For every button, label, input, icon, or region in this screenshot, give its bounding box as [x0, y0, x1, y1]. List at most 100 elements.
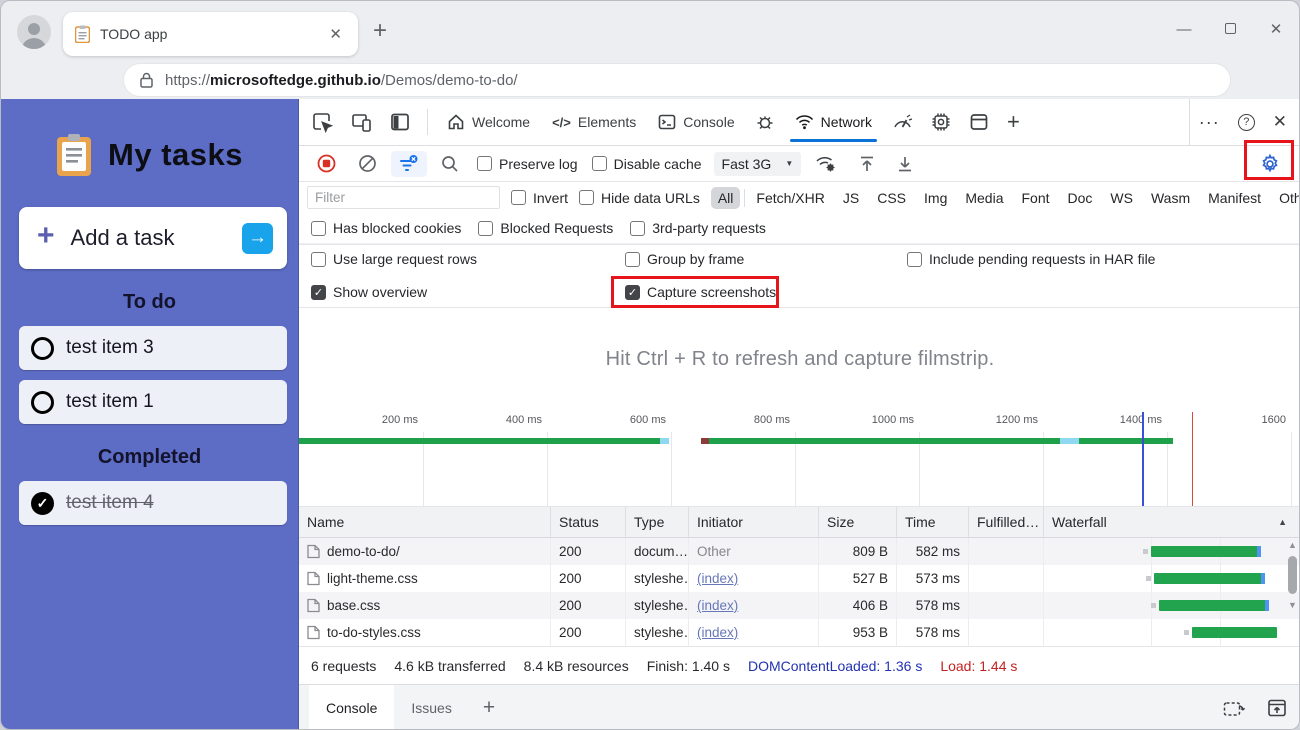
url-bar[interactable]: https://microsoftedge.github.io/Demos/de…	[123, 63, 1231, 97]
column-header-initiator[interactable]: Initiator	[689, 507, 819, 537]
filter-type-fetch-xhr[interactable]: Fetch/XHR	[749, 187, 831, 209]
drawer-add-tab-button[interactable]: +	[483, 696, 495, 720]
tab-close-icon[interactable]: ✕	[325, 25, 346, 43]
checkbox-icon[interactable]: ✓	[625, 285, 640, 300]
filter-type-doc[interactable]: Doc	[1061, 187, 1100, 209]
has-blocked-cookies-checkbox[interactable]: Has blocked cookies	[311, 220, 461, 236]
include-pending-requests-in-har-file-checkbox[interactable]: Include pending requests in HAR file	[907, 251, 1155, 267]
column-header-fulfilled[interactable]: Fulfilled…	[969, 507, 1044, 537]
dock-side-icon[interactable]	[381, 99, 419, 145]
import-har-icon[interactable]	[851, 155, 883, 173]
checkbox-icon[interactable]	[625, 252, 640, 267]
tab-network[interactable]: Network	[784, 99, 883, 145]
drawer-expand-icon[interactable]	[1267, 698, 1287, 718]
request-row[interactable]: demo-to-do/200docum…Other809 B582 ms	[299, 538, 1300, 565]
filter-type-other[interactable]: Other	[1272, 187, 1300, 209]
disable-cache-checkbox[interactable]: Disable cache	[592, 156, 702, 172]
export-har-icon[interactable]	[889, 155, 921, 173]
maximize-button[interactable]	[1207, 21, 1253, 38]
column-header-type[interactable]: Type	[626, 507, 689, 537]
scroll-up-icon[interactable]: ▲	[1288, 540, 1297, 550]
request-initiator-cell[interactable]: (index)	[689, 619, 819, 646]
column-header-name[interactable]: Name	[299, 507, 551, 537]
drawer-tab-console[interactable]: Console	[309, 685, 394, 730]
filter-type-manifest[interactable]: Manifest	[1201, 187, 1268, 209]
more-tabs-button[interactable]: +	[998, 99, 1029, 145]
memory-chip-icon[interactable]	[922, 99, 960, 145]
capture-screenshots-checkbox[interactable]: ✓Capture screenshots	[625, 284, 776, 300]
task-item[interactable]: ✓test item 4	[19, 481, 287, 525]
filter-type-css[interactable]: CSS	[870, 187, 913, 209]
request-row[interactable]: light-theme.css200styleshe…(index)527 B5…	[299, 565, 1300, 592]
inspect-element-icon[interactable]	[303, 99, 342, 145]
window-close-button[interactable]: ✕	[1253, 20, 1299, 38]
network-conditions-icon[interactable]	[807, 155, 845, 173]
request-row[interactable]: to-do-styles.css200styleshe…(index)953 B…	[299, 619, 1300, 646]
request-name-cell[interactable]: light-theme.css	[299, 565, 551, 592]
column-header-size[interactable]: Size	[819, 507, 897, 537]
search-icon[interactable]	[433, 155, 467, 173]
network-overview-timeline[interactable]: 200 ms400 ms600 ms800 ms1000 ms1200 ms14…	[299, 410, 1300, 507]
add-task-submit-button[interactable]: →	[242, 223, 273, 254]
filter-type-js[interactable]: JS	[836, 187, 866, 209]
checkbox-icon[interactable]	[907, 252, 922, 267]
group-by-frame-checkbox[interactable]: Group by frame	[625, 251, 744, 267]
column-header-waterfall[interactable]: Waterfall▲	[1044, 507, 1300, 537]
request-initiator-cell[interactable]: (index)	[689, 565, 819, 592]
task-circle-icon[interactable]	[31, 337, 54, 360]
filter-type-font[interactable]: Font	[1015, 187, 1057, 209]
filter-type-media[interactable]: Media	[958, 187, 1010, 209]
checkbox-icon[interactable]	[478, 221, 493, 236]
performance-icon[interactable]	[883, 99, 922, 145]
task-item[interactable]: test item 1	[19, 380, 287, 424]
invert-checkbox[interactable]: Invert	[511, 190, 568, 206]
3rd-party-requests-checkbox[interactable]: 3rd-party requests	[630, 220, 766, 236]
filter-input[interactable]	[307, 186, 500, 209]
scrollbar-thumb[interactable]	[1288, 556, 1297, 594]
filter-type-all[interactable]: All	[711, 187, 741, 209]
hide-data-urls-checkbox[interactable]: Hide data URLs	[579, 190, 700, 206]
help-icon[interactable]: ?	[1229, 99, 1264, 145]
new-tab-button[interactable]: +	[373, 17, 387, 45]
use-large-request-rows-checkbox[interactable]: Use large request rows	[311, 251, 477, 267]
task-checked-icon[interactable]: ✓	[31, 492, 54, 515]
minimize-button[interactable]: —	[1161, 21, 1207, 38]
show-overview-checkbox[interactable]: ✓Show overview	[311, 284, 427, 300]
request-name-cell[interactable]: base.css	[299, 592, 551, 619]
tab-welcome[interactable]: Welcome	[436, 99, 541, 145]
column-header-time[interactable]: Time	[897, 507, 969, 537]
filter-type-ws[interactable]: WS	[1103, 187, 1140, 209]
checkbox-icon[interactable]	[311, 252, 326, 267]
request-name-cell[interactable]: to-do-styles.css	[299, 619, 551, 646]
devtools-menu-icon[interactable]: ···	[1190, 99, 1229, 145]
drawer-dock-icon[interactable]	[1223, 699, 1245, 717]
tab-console[interactable]: Console	[647, 99, 745, 145]
table-scrollbar[interactable]: ▲▼	[1286, 540, 1299, 644]
layout-panel-icon[interactable]	[960, 99, 998, 145]
devtools-close-icon[interactable]: ✕	[1264, 99, 1300, 145]
browser-tab[interactable]: TODO app ✕	[63, 12, 358, 56]
column-header-status[interactable]: Status	[551, 507, 626, 537]
request-row[interactable]: base.css200styleshe…(index)406 B578 ms	[299, 592, 1300, 619]
network-settings-gear-icon[interactable]	[1251, 153, 1289, 175]
request-name-cell[interactable]: demo-to-do/	[299, 538, 551, 565]
blocked-requests-checkbox[interactable]: Blocked Requests	[478, 220, 613, 236]
filter-type-img[interactable]: Img	[917, 187, 954, 209]
preserve-log-checkbox[interactable]: Preserve log	[477, 156, 578, 172]
add-task-field[interactable]: + Add a task →	[19, 207, 287, 269]
filter-toggle-icon[interactable]	[391, 151, 427, 177]
record-network-log-button[interactable]	[309, 154, 344, 173]
device-emulation-icon[interactable]	[342, 99, 381, 145]
drawer-tab-issues[interactable]: Issues	[394, 685, 468, 730]
debugger-bug-icon[interactable]	[746, 99, 784, 145]
filter-type-wasm[interactable]: Wasm	[1144, 187, 1197, 209]
checkbox-icon[interactable]: ✓	[311, 285, 326, 300]
task-item[interactable]: test item 3	[19, 326, 287, 370]
throttling-dropdown[interactable]: Fast 3G▼	[714, 152, 802, 176]
checkbox-icon[interactable]	[311, 221, 326, 236]
checkbox-icon[interactable]	[630, 221, 645, 236]
task-circle-icon[interactable]	[31, 391, 54, 414]
clear-network-log-icon[interactable]	[350, 154, 385, 173]
request-initiator-cell[interactable]: (index)	[689, 592, 819, 619]
scroll-down-icon[interactable]: ▼	[1288, 600, 1297, 610]
